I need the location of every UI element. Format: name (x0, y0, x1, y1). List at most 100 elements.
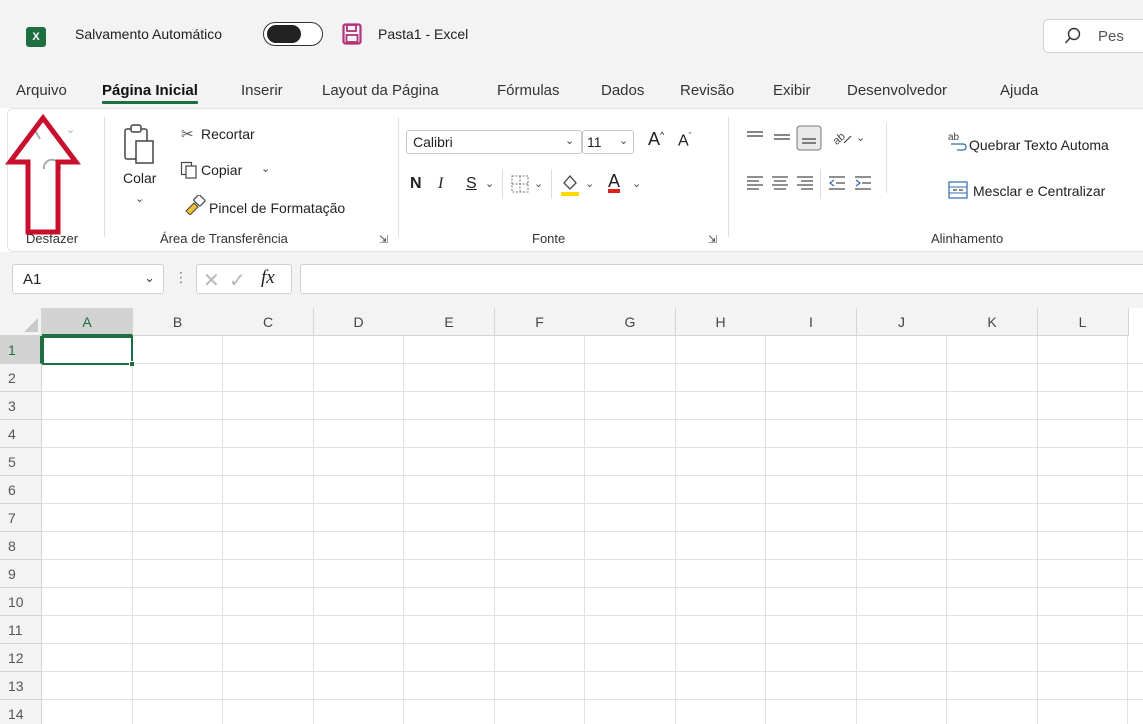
format-painter-label[interactable]: Pincel de Formatação (209, 200, 345, 216)
column-header-c[interactable]: C (223, 308, 314, 336)
autosave-toggle[interactable] (263, 22, 323, 46)
fill-color-dropdown-icon[interactable]: ⌄ (585, 177, 594, 190)
row-header-1[interactable]: 1 (0, 336, 42, 364)
select-all-corner[interactable] (0, 308, 42, 336)
font-name-combo[interactable]: Calibri ⌄ (406, 130, 582, 154)
grow-font-button[interactable]: A^ (648, 129, 664, 150)
cut-label[interactable]: Recortar (201, 126, 255, 142)
shrink-font-button[interactable]: Aˇ (678, 131, 692, 150)
row-header-14[interactable]: 14 (0, 700, 42, 724)
column-header-a[interactable]: A (42, 308, 133, 336)
row-header-12[interactable]: 12 (0, 644, 42, 672)
grid-line (765, 336, 766, 724)
row-header-3[interactable]: 3 (0, 392, 42, 420)
row-header-13[interactable]: 13 (0, 672, 42, 700)
paste-icon[interactable] (122, 123, 156, 165)
align-top-icon[interactable] (746, 129, 764, 145)
borders-icon[interactable] (511, 175, 529, 193)
grid-line (42, 447, 1143, 448)
bold-button[interactable]: N (410, 175, 422, 193)
borders-dropdown-icon[interactable]: ⌄ (534, 177, 543, 190)
row-header-11[interactable]: 11 (0, 616, 42, 644)
column-header-d[interactable]: D (313, 308, 405, 336)
decrease-indent-icon[interactable] (828, 175, 846, 191)
tab-formulas[interactable]: Fórmulas (497, 82, 560, 99)
tab-layout-da-pagina[interactable]: Layout da Página (322, 82, 439, 99)
column-header-b[interactable]: B (132, 308, 224, 336)
copy-label[interactable]: Copiar (201, 162, 242, 178)
grid-line (1036, 336, 1038, 724)
clipboard-group-label: Área de Transferência (160, 231, 288, 246)
font-color-dropdown-icon[interactable]: ⌄ (632, 177, 641, 190)
formula-buttons: ✕ ✓ fx (196, 264, 292, 294)
grid-line (403, 336, 404, 724)
tab-pagina-inicial[interactable]: Página Inicial (102, 82, 198, 104)
wrap-text-button[interactable]: Quebrar Texto Automa (969, 137, 1109, 153)
search-box[interactable]: Pes (1043, 19, 1143, 53)
increase-indent-icon[interactable] (854, 175, 872, 191)
chevron-down-icon[interactable]: ⌄ (144, 270, 155, 286)
separator (502, 169, 503, 199)
column-header-f[interactable]: F (494, 308, 586, 336)
tab-ajuda[interactable]: Ajuda (1000, 82, 1038, 99)
tab-dados[interactable]: Dados (601, 82, 644, 99)
worksheet-grid[interactable]: A B C D E F G H I J K L 1 2 3 4 5 6 7 8 9 10 11 12 13 14 (0, 308, 1143, 724)
cancel-icon[interactable]: ✕ (203, 268, 220, 293)
row-header-10[interactable]: 10 (0, 588, 42, 616)
align-right-icon[interactable] (796, 175, 814, 191)
clipboard-launcher-icon[interactable]: ⇲ (379, 233, 388, 246)
column-header-i[interactable]: I (766, 308, 857, 336)
underline-button[interactable]: S (466, 175, 477, 193)
format-painter-icon (185, 195, 206, 215)
enter-icon[interactable]: ✓ (229, 268, 246, 293)
grid-line (222, 336, 223, 724)
paste-dropdown-icon[interactable]: ⌄ (135, 192, 144, 205)
name-box[interactable]: A1 ⌄ (12, 264, 164, 294)
grid-line (42, 615, 1143, 616)
underline-dropdown-icon[interactable]: ⌄ (485, 177, 494, 190)
row-header-6[interactable]: 6 (0, 476, 42, 504)
tab-exibir[interactable]: Exibir (773, 82, 811, 99)
row-header-2[interactable]: 2 (0, 364, 42, 392)
save-icon[interactable] (342, 23, 362, 45)
row-header-4[interactable]: 4 (0, 420, 42, 448)
svg-text:ab: ab (948, 132, 960, 143)
column-header-e[interactable]: E (404, 308, 495, 336)
column-header-k[interactable]: K (947, 308, 1038, 336)
row-header-5[interactable]: 5 (0, 448, 42, 476)
italic-button[interactable]: I (438, 175, 443, 193)
column-header-j[interactable]: J (856, 308, 948, 336)
align-center-icon[interactable] (771, 175, 789, 191)
align-bottom-icon[interactable] (796, 125, 822, 151)
active-cell-a1[interactable] (42, 336, 135, 367)
align-left-icon[interactable] (746, 175, 764, 191)
fill-handle[interactable] (129, 361, 135, 367)
font-launcher-icon[interactable]: ⇲ (708, 233, 717, 246)
formula-input[interactable] (300, 264, 1143, 294)
tab-arquivo[interactable]: Arquivo (16, 82, 67, 99)
column-header-l[interactable]: L (1037, 308, 1129, 336)
orientation-icon[interactable]: ab (830, 125, 854, 147)
font-group-label: Fonte (532, 231, 566, 246)
align-middle-icon[interactable] (773, 129, 791, 145)
row-header-8[interactable]: 8 (0, 532, 42, 560)
font-color-button[interactable]: A (608, 171, 620, 192)
tab-revisao[interactable]: Revisão (680, 82, 734, 99)
orientation-dropdown-icon[interactable]: ⌄ (856, 131, 865, 144)
more-options-icon[interactable]: ⋮ (174, 269, 188, 286)
separator (886, 123, 887, 193)
insert-function-button[interactable]: fx (261, 267, 275, 289)
row-header-9[interactable]: 9 (0, 560, 42, 588)
column-header-g[interactable]: G (585, 308, 676, 336)
column-header-h[interactable]: H (675, 308, 767, 336)
shrink-font-label: A (678, 132, 689, 150)
paste-label[interactable]: Colar (123, 170, 156, 186)
font-size-combo[interactable]: 11 ⌄ (582, 130, 634, 154)
copy-dropdown-icon[interactable]: ⌄ (261, 162, 270, 175)
tab-inserir[interactable]: Inserir (241, 82, 283, 99)
fill-color-icon[interactable] (559, 171, 581, 197)
tab-desenvolvedor[interactable]: Desenvolvedor (847, 82, 947, 99)
row-header-7[interactable]: 7 (0, 504, 42, 532)
toggle-knob (267, 25, 301, 43)
merge-center-button[interactable]: Mesclar e Centralizar (973, 183, 1105, 199)
